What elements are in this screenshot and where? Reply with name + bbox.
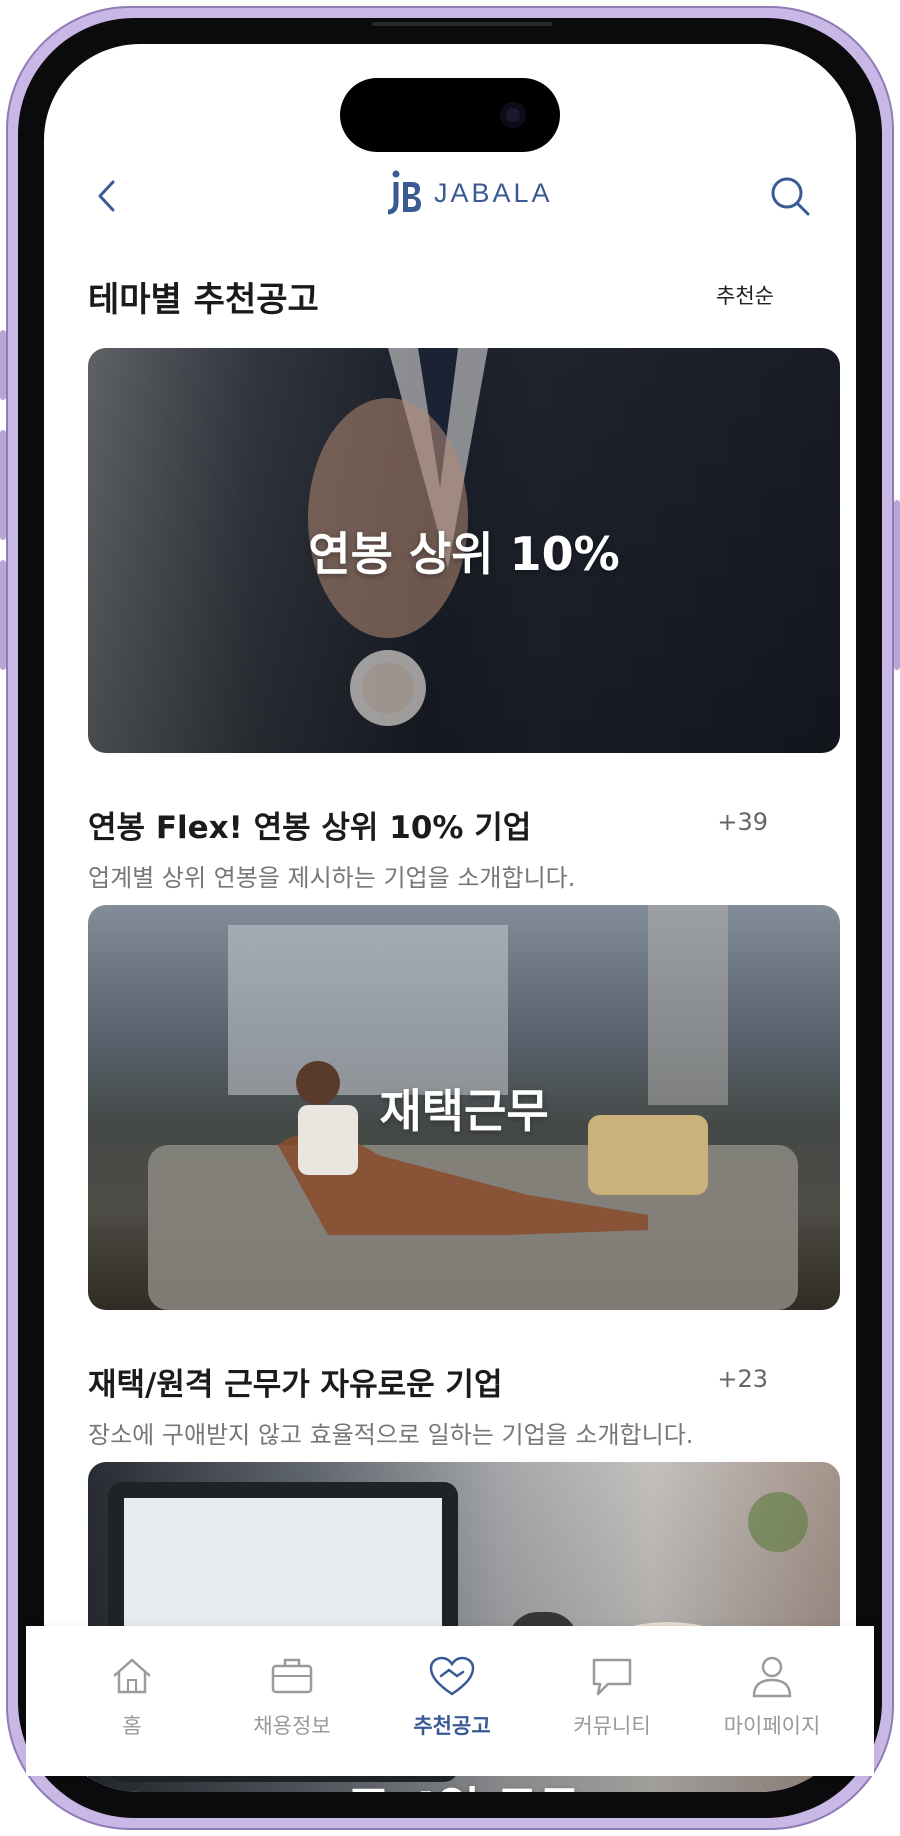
card-image-label: 연봉 상위 10% — [308, 526, 620, 581]
card-count-badge: +39 — [717, 808, 768, 836]
chat-bubble-icon — [592, 1658, 632, 1696]
card-description: 업계별 상위 연봉을 제시하는 기업을 소개합니다. — [88, 864, 576, 892]
briefcase-icon — [271, 1658, 313, 1694]
card-image-label: 주 4일 근무 — [88, 1773, 840, 1792]
volume-up-button — [0, 430, 6, 540]
volume-down-button — [0, 560, 6, 670]
card-image-label: 재택근무 — [379, 1083, 549, 1138]
chevron-left-icon[interactable] — [88, 176, 128, 216]
app-logo: JABALA — [388, 170, 553, 216]
theme-card-image[interactable]: 연봉 상위 10% — [88, 348, 840, 753]
tab-label: 추천공고 — [413, 1714, 491, 1738]
power-button — [894, 500, 900, 670]
tab-jobs[interactable]: 채용정보 — [222, 1626, 362, 1746]
bottom-tab-bar: 홈 채용정보 추천공고 커뮤니티 마이페이지 — [26, 1626, 874, 1776]
screen: JABALA 테마별 추천공고 추천순 연봉 상위 10% 연봉 Flex! 연… — [44, 44, 856, 1792]
tab-recommended[interactable]: 추천공고 — [382, 1626, 522, 1746]
phone-frame: JABALA 테마별 추천공고 추천순 연봉 상위 10% 연봉 Flex! 연… — [6, 6, 894, 1830]
heart-handshake-icon — [429, 1656, 475, 1696]
tab-community[interactable]: 커뮤니티 — [542, 1626, 682, 1746]
card-count-badge: +23 — [717, 1365, 768, 1393]
card-title[interactable]: 연봉 Flex! 연봉 상위 10% 기업 — [88, 802, 531, 847]
logo-text: JABALA — [434, 177, 553, 208]
card-title[interactable]: 재택/원격 근무가 자유로운 기업 — [88, 1359, 502, 1404]
tab-mypage[interactable]: 마이페이지 — [702, 1626, 842, 1746]
side-button — [0, 330, 6, 400]
app-header: JABALA — [44, 162, 856, 232]
dynamic-island — [340, 78, 560, 152]
phone-bezel: JABALA 테마별 추천공고 추천순 연봉 상위 10% 연봉 Flex! 연… — [18, 18, 882, 1818]
speaker-grille — [372, 22, 552, 26]
home-icon — [113, 1658, 151, 1694]
tab-home[interactable]: 홈 — [62, 1626, 202, 1746]
search-icon[interactable] — [768, 174, 812, 218]
card-description: 장소에 구애받지 않고 효율적으로 일하는 기업을 소개합니다. — [88, 1421, 694, 1449]
sort-button[interactable]: 추천순 — [716, 280, 774, 310]
tab-label: 마이페이지 — [723, 1714, 821, 1738]
tab-label: 채용정보 — [253, 1714, 331, 1738]
tab-label: 커뮤니티 — [573, 1714, 651, 1738]
section-header: 테마별 추천공고 추천순 — [88, 272, 812, 322]
theme-card-image[interactable]: 재택근무 — [88, 905, 840, 1310]
logo-mark-icon — [388, 170, 421, 215]
section-title: 테마별 추천공고 — [88, 280, 319, 320]
tab-label: 홈 — [122, 1714, 142, 1738]
camera-icon — [500, 102, 526, 128]
user-icon — [752, 1656, 792, 1698]
